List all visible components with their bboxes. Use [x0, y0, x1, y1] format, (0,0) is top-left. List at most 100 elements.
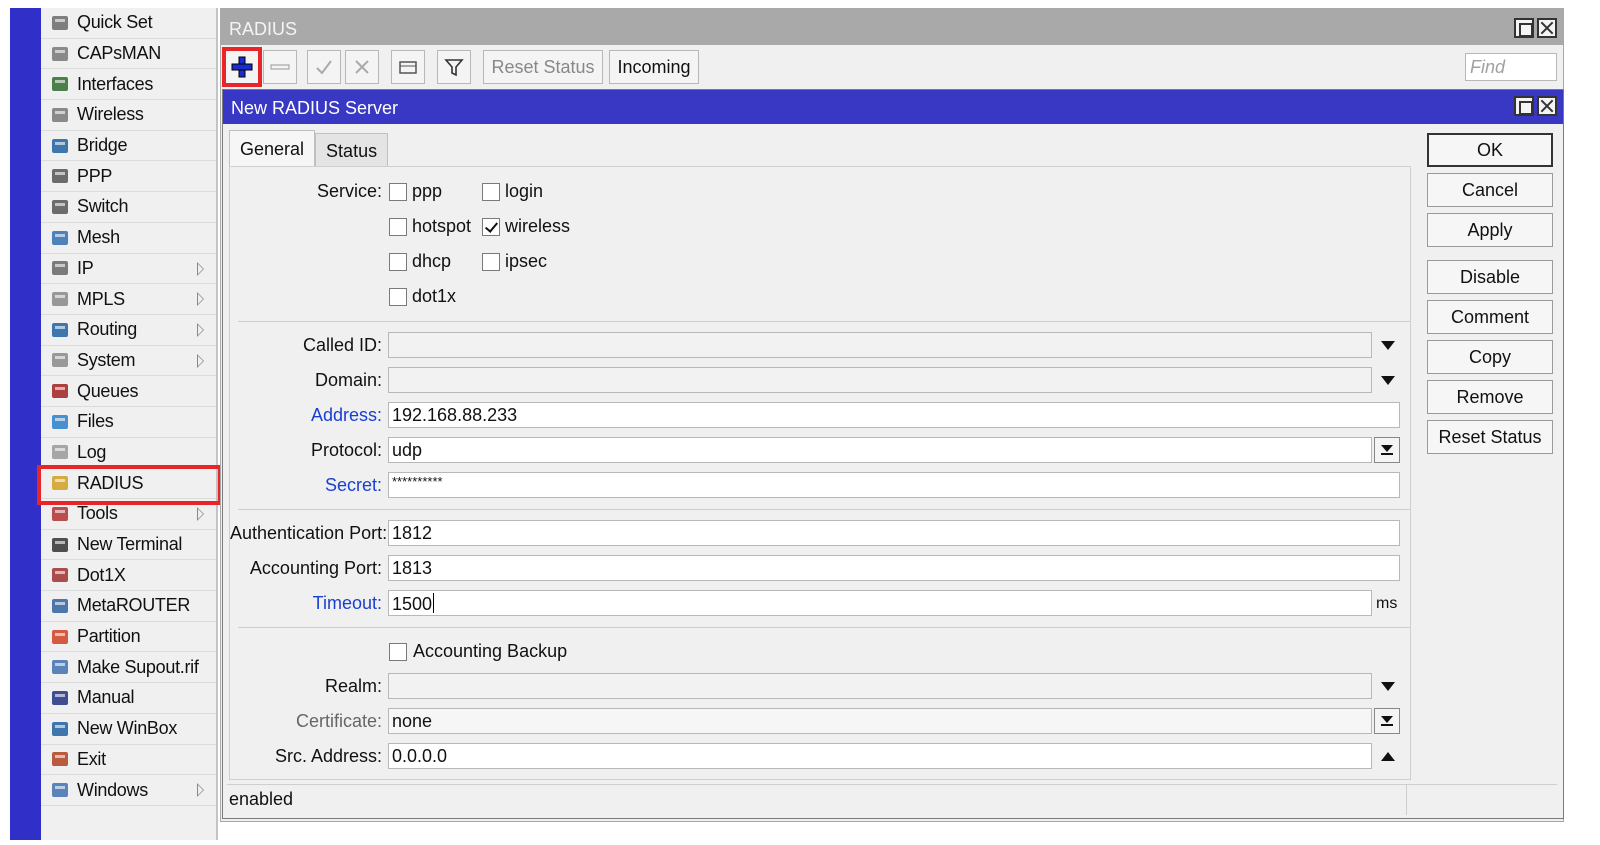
menu-item-bridge[interactable]: Bridge	[41, 131, 216, 162]
menu-item-system[interactable]: System	[41, 346, 216, 377]
menu-item-mpls[interactable]: MPLS	[41, 284, 216, 315]
windows-icon	[49, 780, 71, 800]
tab-general[interactable]: General	[229, 130, 316, 166]
domain-dropdown-icon[interactable]	[1381, 376, 1395, 385]
menu-item-files[interactable]: Files	[41, 407, 216, 438]
menu-item-exit[interactable]: Exit	[41, 745, 216, 776]
note-icon	[399, 61, 417, 74]
dialog-maximize-icon[interactable]	[1514, 96, 1534, 116]
called-id-label: Called ID:	[302, 335, 382, 355]
service-ppp-checkbox[interactable]	[389, 183, 407, 201]
accounting-backup-checkbox[interactable]	[389, 643, 407, 661]
acct-port-input[interactable]: 1813	[388, 555, 1400, 581]
menu-item-label: System	[77, 349, 136, 370]
menu-item-queues[interactable]: Queues	[41, 376, 216, 407]
service-login-checkbox[interactable]	[482, 183, 500, 201]
reset-status-button[interactable]: Reset Status	[1427, 420, 1553, 454]
protocol-select[interactable]: udp	[388, 437, 1372, 463]
src-address-input[interactable]: 0.0.0.0	[388, 743, 1372, 769]
menu-item-windows[interactable]: Windows	[41, 775, 216, 806]
cancel-button[interactable]: Cancel	[1427, 173, 1553, 207]
filter-button[interactable]	[437, 50, 471, 84]
submenu-arrow-icon	[197, 783, 204, 798]
disable-button[interactable]	[345, 50, 379, 84]
menu-item-ppp[interactable]: PPP	[41, 161, 216, 193]
menu-item-quick-set[interactable]: Quick Set	[41, 8, 216, 39]
maximize-icon[interactable]	[1514, 18, 1534, 38]
menu-item-metarouter[interactable]: MetaROUTER	[41, 591, 216, 622]
menu-item-label: Files	[77, 411, 114, 432]
menu-item-routing[interactable]: Routing	[41, 315, 216, 346]
menu-item-manual[interactable]: Manual	[41, 683, 216, 714]
remove-button[interactable]: Remove	[1427, 380, 1553, 414]
address-input[interactable]: 192.168.88.233	[388, 402, 1400, 428]
menu-item-partition[interactable]: Partition	[41, 622, 216, 653]
reset-status-button[interactable]: Reset Status	[483, 50, 603, 84]
realm-dropdown-icon[interactable]	[1381, 682, 1395, 691]
service-dot1x-checkbox[interactable]	[389, 288, 407, 306]
new-radius-server-dialog: New RADIUS Server General Status Service…	[222, 89, 1564, 819]
disable-button[interactable]: Disable	[1427, 260, 1553, 294]
acct-port-label: Accounting Port:	[249, 558, 382, 578]
add-button-highlight	[222, 47, 262, 87]
menu-item-new-terminal[interactable]: New Terminal	[41, 530, 216, 561]
menu-item-label: Routing	[77, 319, 137, 340]
remove-button[interactable]	[263, 50, 297, 84]
comment-button[interactable]: Comment	[1427, 300, 1553, 334]
called-id-dropdown-icon[interactable]	[1381, 341, 1395, 350]
realm-label: Realm:	[324, 676, 382, 696]
enable-button[interactable]	[307, 50, 341, 84]
antenna-icon	[49, 44, 71, 64]
secret-label: Secret:	[324, 475, 382, 495]
interfaces-icon	[49, 74, 71, 94]
menu-item-label: Bridge	[77, 135, 128, 156]
domain-input[interactable]	[388, 367, 1372, 393]
status-cell	[227, 785, 1407, 815]
service-ipsec-checkbox[interactable]	[482, 253, 500, 271]
wand-icon	[49, 13, 71, 33]
incoming-button[interactable]: Incoming	[609, 50, 699, 84]
dialog-close-icon[interactable]	[1537, 96, 1557, 116]
menu-item-label: Make Supout.rif	[77, 656, 199, 677]
tab-status[interactable]: Status	[315, 133, 389, 166]
bridge-icon	[49, 136, 71, 156]
called-id-input[interactable]	[388, 332, 1372, 358]
certificate-select-button[interactable]	[1374, 708, 1400, 734]
menu-item-ip[interactable]: IP	[41, 254, 216, 285]
menu-item-log[interactable]: Log	[41, 438, 216, 469]
menu-item-switch[interactable]: Switch	[41, 192, 216, 223]
check-icon	[316, 60, 332, 75]
secret-input[interactable]: **********	[388, 472, 1400, 498]
protocol-select-button[interactable]	[1374, 437, 1400, 463]
service-wireless-checkbox[interactable]	[482, 218, 500, 236]
dot1x-icon	[49, 565, 71, 585]
ok-button[interactable]: OK	[1427, 133, 1553, 167]
menu-item-wireless[interactable]: Wireless	[41, 100, 216, 131]
realm-input[interactable]	[388, 673, 1372, 699]
service-ipsec-label: ipsec	[505, 251, 548, 271]
menu-item-capsman[interactable]: CAPsMAN	[41, 39, 216, 70]
find-input[interactable]: Find	[1465, 53, 1557, 81]
terminal-icon	[49, 535, 71, 555]
certificate-select[interactable]: none	[388, 708, 1372, 734]
copy-button[interactable]: Copy	[1427, 340, 1553, 374]
auth-port-input[interactable]: 1812	[388, 520, 1400, 546]
menu-item-label: IP	[77, 257, 94, 278]
service-hotspot-checkbox[interactable]	[389, 218, 407, 236]
menu-item-dot1x[interactable]: Dot1X	[41, 560, 216, 592]
close-icon[interactable]	[1537, 18, 1557, 38]
timeout-input[interactable]: 1500	[388, 590, 1372, 616]
src-address-collapse-icon[interactable]	[1381, 752, 1395, 761]
submenu-arrow-icon	[197, 507, 204, 521]
timeout-unit: ms	[1376, 595, 1398, 612]
apply-button[interactable]: Apply	[1427, 213, 1553, 247]
menu-item-label: Partition	[77, 626, 141, 647]
service-dhcp-checkbox[interactable]	[389, 253, 407, 271]
comment-button[interactable]	[391, 50, 425, 84]
menu-item-mesh[interactable]: Mesh	[41, 223, 216, 254]
menu-item-label: Windows	[77, 779, 148, 800]
menu-item-make-supout-rif[interactable]: Make Supout.rif	[41, 652, 216, 684]
menu-item-interfaces[interactable]: Interfaces	[41, 69, 216, 101]
menu-item-new-winbox[interactable]: New WinBox	[41, 714, 216, 745]
menu-item-label: Switch	[77, 196, 129, 217]
